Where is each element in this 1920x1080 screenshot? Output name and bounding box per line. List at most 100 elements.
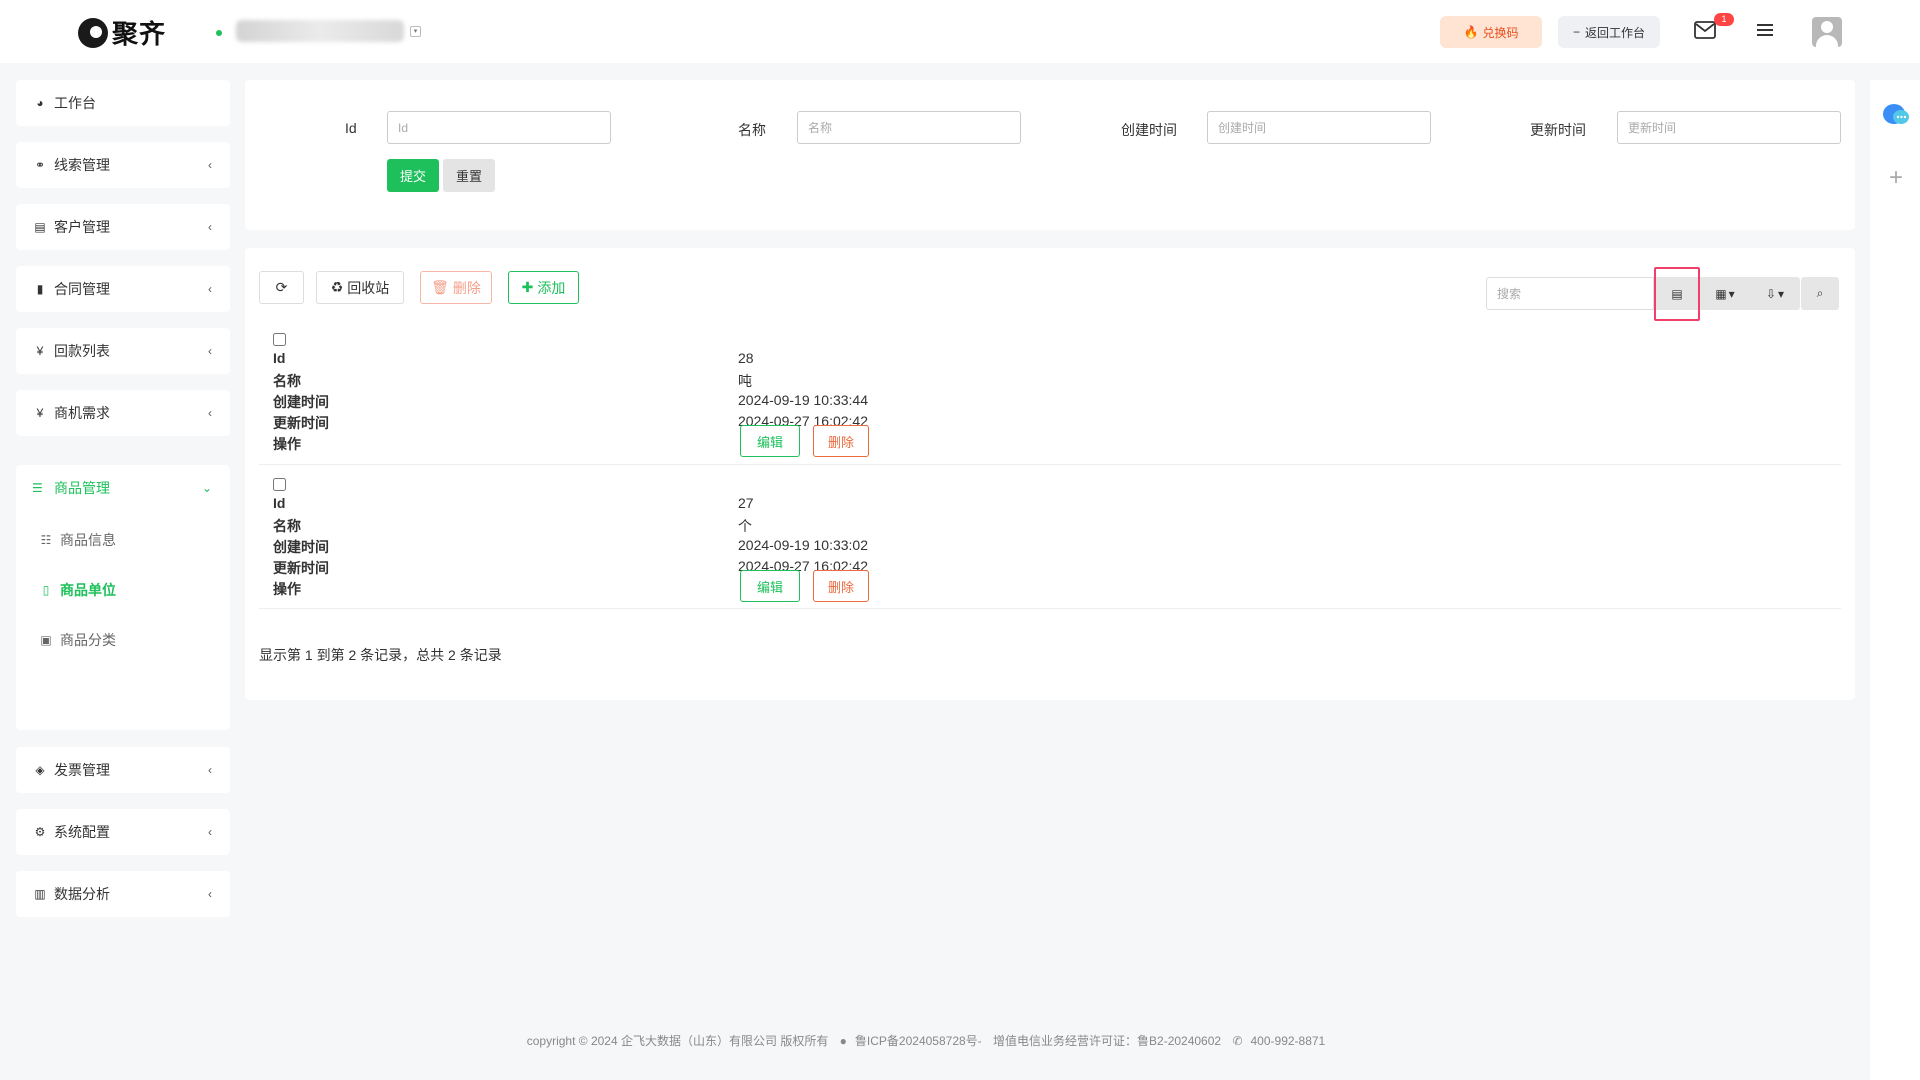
sidebar-group-products: ☰ 商品管理 ⌄ ☷ 商品信息 ▯ 商品单位 ▣ 商品分类 bbox=[16, 465, 230, 730]
indent-list-icon: ☷ bbox=[40, 533, 52, 547]
column-label: 名称 bbox=[273, 373, 301, 389]
menu-icon[interactable] bbox=[1756, 22, 1774, 38]
filter-label-created: 创建时间 bbox=[1121, 122, 1177, 138]
chevron-left-icon: ‹ bbox=[208, 158, 212, 172]
footer: copyright © 2024 企飞大数据（山东）有限公司 版权所有 ● 鲁IC… bbox=[0, 1032, 1860, 1049]
caret-down-icon: ▾ bbox=[1728, 286, 1735, 301]
sidebar-item-products[interactable]: ☰ 商品管理 ⌄ bbox=[16, 465, 230, 511]
right-rail: + bbox=[1870, 80, 1920, 1080]
row-checkbox[interactable] bbox=[273, 478, 286, 491]
pagination-info: 显示第 1 到第 2 条记录，总共 2 条记录 bbox=[259, 647, 502, 663]
mail-badge: 1 bbox=[1714, 13, 1734, 26]
filter-input-created[interactable] bbox=[1207, 111, 1431, 144]
minus-icon: − bbox=[1572, 25, 1580, 39]
cell-name: 个 bbox=[738, 518, 752, 534]
chevron-down-icon: ⌄ bbox=[201, 481, 212, 495]
cell-id: 28 bbox=[738, 350, 754, 366]
edit-button[interactable]: 编辑 bbox=[740, 570, 800, 602]
export-dropdown-button[interactable]: ⇩ ▾ bbox=[1750, 277, 1800, 310]
filter-input-name[interactable] bbox=[797, 111, 1021, 144]
footer-license: 增值电信业务经营许可证：鲁B2-20240602 bbox=[993, 1034, 1222, 1048]
sidebar-subitem-product-category[interactable]: ▣ 商品分类 bbox=[38, 625, 116, 655]
delete-button[interactable]: 删除 bbox=[813, 425, 869, 457]
recycle-icon: ♻ bbox=[330, 279, 344, 295]
bookmark-outline-icon: ▯ bbox=[42, 583, 50, 597]
table-row: Id 28 名称 吨 创建时间 2024-09-19 10:33:44 更新时间… bbox=[259, 328, 1841, 465]
cell-id: 27 bbox=[738, 495, 754, 511]
add-button[interactable]: ✚ 添加 bbox=[508, 271, 579, 304]
chevron-left-icon: ‹ bbox=[208, 282, 212, 296]
filter-panel: Id 名称 创建时间 更新时间 提交 重置 bbox=[245, 80, 1855, 230]
footer-icp-link[interactable]: 鲁ICP备2024058728号- bbox=[855, 1034, 982, 1048]
sidebar-item-invoices[interactable]: ◈ 发票管理 ‹ bbox=[16, 747, 230, 793]
add-shortcut-icon[interactable]: + bbox=[1880, 163, 1912, 195]
column-label: 更新时间 bbox=[273, 560, 329, 576]
gears-icon: ⚙ bbox=[34, 825, 46, 839]
logo-text: 聚齐 bbox=[112, 19, 167, 49]
chat-assistant-icon[interactable] bbox=[1882, 102, 1910, 128]
filter-input-updated[interactable] bbox=[1617, 111, 1841, 144]
plus-icon: ✚ bbox=[521, 279, 534, 295]
reset-button[interactable]: 重置 bbox=[443, 159, 495, 192]
chevron-left-icon: ‹ bbox=[208, 344, 212, 358]
caret-down-icon: ▾ bbox=[1778, 286, 1785, 301]
table-search-input[interactable] bbox=[1486, 277, 1654, 310]
calendar-plus-icon: ▣ bbox=[40, 633, 52, 647]
column-label: 创建时间 bbox=[273, 539, 329, 555]
top-header: 聚齐 ▾ 🔥 兑换码 − 返回工作台 1 bbox=[0, 0, 1920, 63]
column-label: 操作 bbox=[273, 581, 301, 597]
sidebar-subitem-product-info[interactable]: ☷ 商品信息 bbox=[38, 525, 116, 555]
sidebar-item-customers[interactable]: ▤ 客户管理 ‹ bbox=[16, 204, 230, 250]
table-panel: ⟳ ♻ 回收站 🗑 删除 ✚ 添加 ▤ ▦ ▾ ⇩ ▾ ⌕ Id 28 名称 吨 bbox=[245, 248, 1855, 700]
search-icon: ⌕ bbox=[1816, 286, 1824, 300]
ticket-icon: ◈ bbox=[35, 763, 45, 777]
column-label: Id bbox=[273, 350, 286, 366]
link-icon: ⚭ bbox=[34, 158, 46, 172]
footer-copyright: copyright © 2024 企飞大数据（山东）有限公司 版权所有 bbox=[526, 1034, 829, 1048]
delete-button[interactable]: 删除 bbox=[813, 570, 869, 602]
yen-icon: ¥ bbox=[36, 344, 44, 358]
filter-label-id: Id bbox=[345, 120, 357, 136]
sidebar-item-contracts[interactable]: ▮ 合同管理 ‹ bbox=[16, 266, 230, 312]
chevron-left-icon: ‹ bbox=[208, 887, 212, 901]
chevron-left-icon: ‹ bbox=[208, 825, 212, 839]
sidebar-item-payments[interactable]: ¥ 回款列表 ‹ bbox=[16, 328, 230, 374]
filter-label-name: 名称 bbox=[738, 122, 766, 138]
mail-icon[interactable] bbox=[1694, 21, 1716, 39]
refresh-icon: ⟳ bbox=[275, 279, 288, 295]
grid-icon: ▦ bbox=[1715, 286, 1727, 301]
advanced-search-button[interactable]: ⌕ bbox=[1801, 277, 1839, 310]
online-status-dot bbox=[216, 30, 222, 36]
sidebar-item-workbench[interactable]: ◕ 工作台 bbox=[16, 80, 230, 126]
cell-created: 2024-09-19 10:33:44 bbox=[738, 392, 868, 408]
column-label: Id bbox=[273, 495, 286, 511]
refresh-button[interactable]: ⟳ bbox=[259, 271, 304, 304]
organization-name-blurred[interactable] bbox=[236, 20, 404, 42]
footer-phone: 400-992-8871 bbox=[1250, 1034, 1326, 1048]
row-checkbox[interactable] bbox=[273, 333, 286, 346]
sidebar-subitem-product-unit[interactable]: ▯ 商品单位 bbox=[38, 575, 116, 605]
back-to-workbench-button[interactable]: − 返回工作台 bbox=[1558, 16, 1660, 48]
redeem-code-button[interactable]: 🔥 兑换码 bbox=[1440, 16, 1542, 48]
submit-button[interactable]: 提交 bbox=[387, 159, 439, 192]
columns-dropdown-button[interactable]: ▦ ▾ bbox=[1700, 277, 1750, 310]
filter-label-updated: 更新时间 bbox=[1530, 122, 1586, 138]
chevron-left-icon: ‹ bbox=[208, 763, 212, 777]
phone-icon: ✆ bbox=[1232, 1034, 1243, 1048]
column-label: 名称 bbox=[273, 518, 301, 534]
yen-icon: ¥ bbox=[36, 406, 44, 420]
police-badge-icon: ● bbox=[839, 1034, 847, 1048]
edit-button[interactable]: 编辑 bbox=[740, 425, 800, 457]
sidebar-item-opportunities[interactable]: ¥ 商机需求 ‹ bbox=[16, 390, 230, 436]
logo[interactable]: 聚齐 bbox=[78, 14, 166, 51]
sidebar-item-leads[interactable]: ⚭ 线索管理 ‹ bbox=[16, 142, 230, 188]
sidebar-item-data-analysis[interactable]: ▥ 数据分析 ‹ bbox=[16, 871, 230, 917]
filter-input-id[interactable] bbox=[387, 111, 611, 144]
sidebar-item-system-config[interactable]: ⚙ 系统配置 ‹ bbox=[16, 809, 230, 855]
org-dropdown-caret-icon[interactable]: ▾ bbox=[410, 26, 421, 37]
batch-delete-button[interactable]: 🗑 删除 bbox=[420, 271, 492, 304]
bar-chart-icon: ▥ bbox=[34, 887, 46, 901]
recycle-bin-button[interactable]: ♻ 回收站 bbox=[316, 271, 404, 304]
user-avatar[interactable] bbox=[1812, 17, 1842, 47]
chevron-left-icon: ‹ bbox=[208, 220, 212, 234]
